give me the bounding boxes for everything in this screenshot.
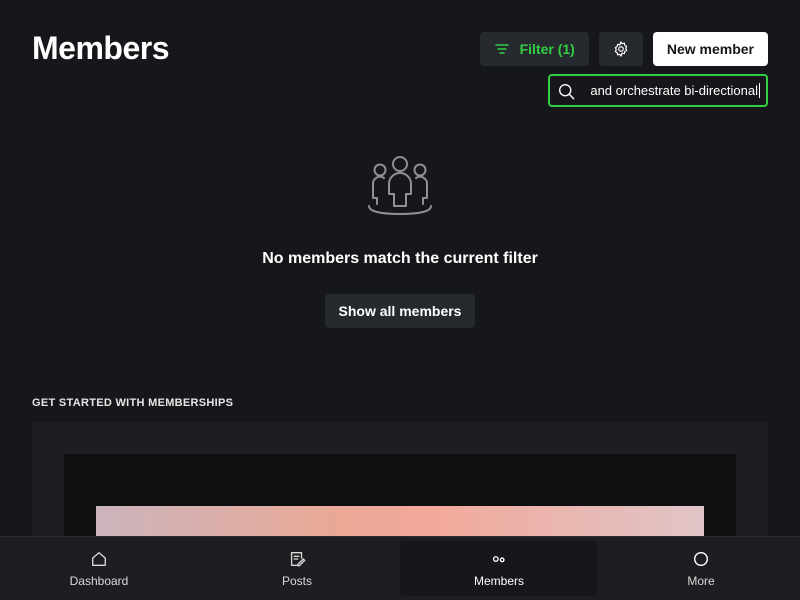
posts-icon: [290, 551, 306, 566]
bottom-nav: Dashboard Posts Members More: [0, 536, 800, 600]
gear-icon: [614, 41, 628, 57]
header-actions: Filter (1) New member: [479, 32, 768, 66]
search-icon: [559, 84, 575, 100]
nav-item-label: Posts: [281, 573, 312, 588]
home-icon: [92, 551, 106, 566]
new-member-button[interactable]: New member: [652, 32, 768, 66]
members-icon: [492, 555, 505, 562]
filter-icon: [494, 44, 509, 54]
nav-item-label: Members: [473, 573, 524, 588]
show-all-members-button[interactable]: Show all members: [325, 294, 475, 328]
nav-item-more[interactable]: More: [602, 537, 800, 600]
search-input-value[interactable]: and orchestrate bi-directional: [590, 83, 760, 98]
search-input[interactable]: and orchestrate bi-directional: [548, 74, 768, 107]
nav-item-label: Dashboard: [69, 573, 129, 588]
page-title: Members: [32, 30, 170, 66]
empty-state-message: No members match the current filter: [262, 250, 538, 267]
get-started-heading: GET STARTED WITH MEMBERSHIPS: [32, 397, 234, 409]
filter-button[interactable]: Filter (1): [479, 32, 589, 66]
nav-item-posts[interactable]: Posts: [198, 537, 396, 600]
members-page: Members Filter (1) New member and orches…: [0, 0, 800, 600]
members-group-icon: [368, 156, 432, 215]
nav-item-label: More: [687, 573, 715, 588]
settings-button[interactable]: [598, 32, 643, 66]
nav-item-members[interactable]: Members: [400, 541, 598, 596]
more-icon: [693, 551, 709, 566]
nav-item-dashboard[interactable]: Dashboard: [0, 537, 198, 600]
filter-button-label: Filter (1): [519, 41, 575, 57]
